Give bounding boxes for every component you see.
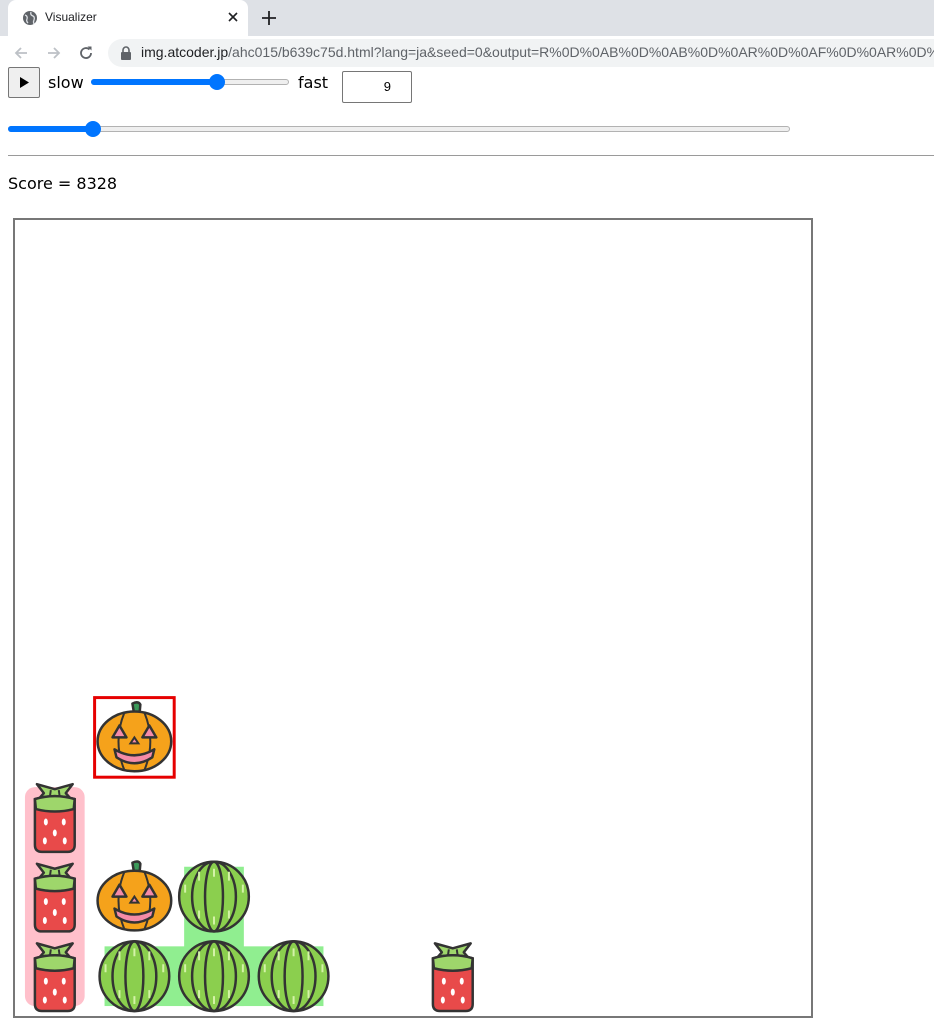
board-canvas bbox=[24, 696, 474, 1013]
url-text: img.atcoder.jp/ahc015/b639c75d.html?lang… bbox=[141, 44, 934, 60]
turn-slider-fill bbox=[8, 126, 93, 132]
browser-tab-bar: Visualizer bbox=[0, 0, 934, 36]
tab-title: Visualizer bbox=[45, 10, 97, 24]
score-text: Score = 8328 bbox=[8, 174, 118, 193]
divider bbox=[8, 155, 934, 156]
pumpkin-candy-new bbox=[93, 696, 176, 779]
strawberry-candy bbox=[431, 942, 474, 1013]
watermelon-candy bbox=[98, 940, 171, 1013]
browser-tab[interactable]: Visualizer bbox=[8, 0, 248, 36]
back-arrow-icon[interactable] bbox=[12, 44, 30, 62]
board bbox=[13, 218, 813, 1018]
speed-slider[interactable] bbox=[91, 74, 289, 90]
fast-label: fast bbox=[298, 73, 329, 92]
lock-icon bbox=[121, 46, 131, 60]
pumpkin-candy bbox=[96, 860, 173, 932]
turn-number-input[interactable]: 9 bbox=[342, 71, 412, 103]
address-bar[interactable]: img.atcoder.jp/ahc015/b639c75d.html?lang… bbox=[108, 39, 934, 67]
browser-toolbar: img.atcoder.jp/ahc015/b639c75d.html?lang… bbox=[0, 36, 934, 70]
new-tab-icon[interactable] bbox=[260, 9, 278, 27]
globe-icon bbox=[23, 11, 37, 25]
play-icon bbox=[20, 77, 29, 88]
play-button[interactable] bbox=[8, 67, 40, 98]
watermelon-candy bbox=[177, 940, 251, 1013]
watermelon-candy bbox=[257, 940, 330, 1013]
turn-slider-thumb[interactable] bbox=[84, 121, 101, 137]
reload-icon[interactable] bbox=[77, 44, 95, 62]
slow-label: slow bbox=[48, 73, 84, 92]
speed-slider-thumb[interactable] bbox=[209, 74, 226, 90]
close-icon[interactable] bbox=[226, 10, 240, 24]
forward-arrow-icon[interactable] bbox=[45, 44, 63, 62]
turn-slider-track bbox=[8, 126, 790, 132]
watermelon-candy bbox=[177, 860, 251, 933]
speed-slider-fill bbox=[91, 79, 218, 85]
turn-slider[interactable] bbox=[8, 121, 790, 137]
